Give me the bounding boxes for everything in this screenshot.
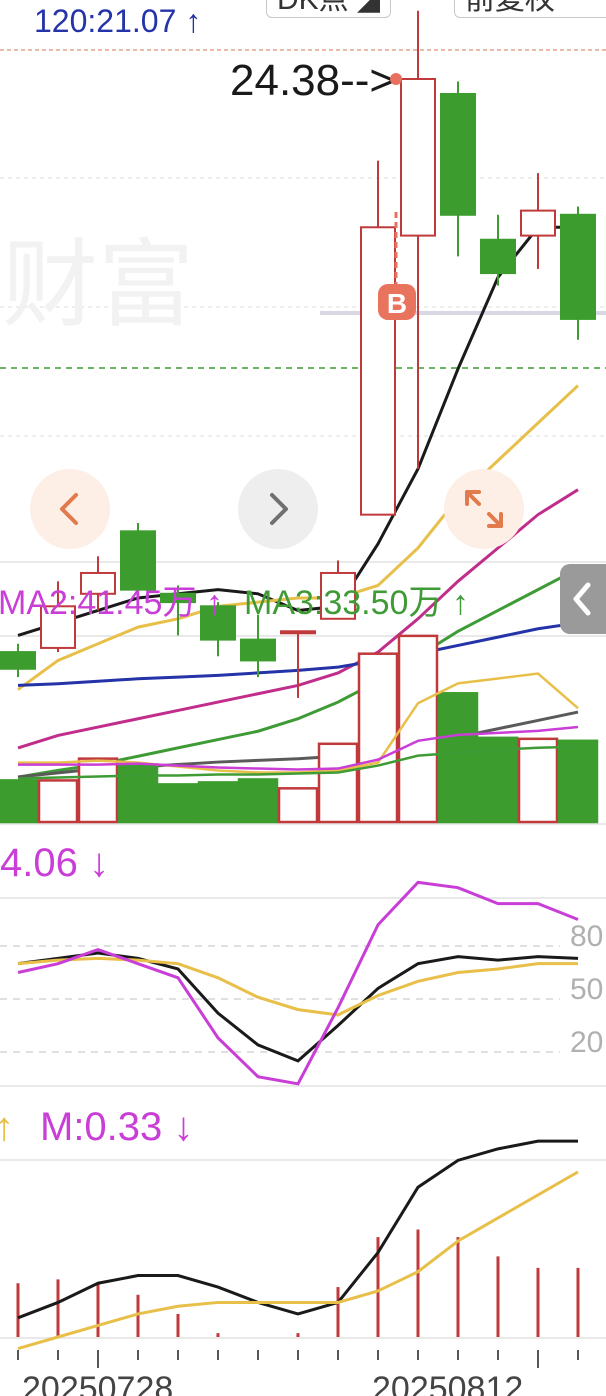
volume-ma2-label: MA2:41.45万 ↑ [0, 584, 223, 622]
watermark: 财富 [2, 232, 194, 339]
date-axis [17, 1350, 579, 1368]
chevron-left-icon [573, 582, 591, 616]
volume-bar [237, 778, 279, 824]
volume-bar [197, 781, 239, 824]
prev-button[interactable] [30, 469, 110, 549]
date-label-2: 20250812 [372, 1370, 523, 1396]
price-readout: 120:21.07 ↑ [34, 3, 201, 39]
volume-ma3-label: MA3:33.50万 ↑ [244, 584, 469, 622]
chevron-left-icon [60, 493, 78, 525]
volume-bar [37, 779, 79, 824]
expand-button[interactable] [444, 469, 524, 549]
volume-bar [317, 742, 359, 824]
date-label-1: 20250728 [22, 1370, 173, 1396]
chart-canvas: 财富 24.38--> B 80 50 20 120:21.07 ↑ MA2:4… [0, 3, 606, 1396]
candle-body [400, 78, 436, 237]
volume-bar [0, 779, 39, 824]
candle-body [560, 213, 596, 320]
candle-body [120, 530, 156, 591]
price-adjust-button[interactable]: 前复权 [454, 0, 606, 18]
kdj-level-50: 50 [570, 973, 603, 1006]
candle-body [480, 238, 516, 275]
volume-bar [397, 634, 439, 824]
volume-bar [437, 692, 479, 824]
volume-bar [517, 737, 559, 824]
dk-point-label: DK点 [277, 0, 349, 16]
candle-body [440, 92, 476, 216]
candle-body [280, 630, 316, 635]
kdj-level-20: 20 [570, 1026, 603, 1059]
expand-icon [465, 490, 503, 528]
volume-bar [117, 763, 159, 824]
candle-body [240, 638, 276, 662]
macd-arrow-label: ↑ [0, 1105, 14, 1149]
candle-body [0, 651, 36, 670]
max-price-marker: 24.38--> [230, 56, 395, 105]
volume-bar [357, 652, 399, 824]
max-price-dot [390, 73, 402, 85]
kdj-lines [17, 880, 579, 1086]
macd-line [17, 1170, 579, 1350]
volume-bar [157, 783, 199, 824]
buy-signal-label: B [387, 288, 407, 319]
kdj-level-80: 80 [570, 920, 603, 953]
kdj-value-label: 4.06 ↓ [0, 841, 109, 885]
chevron-right-icon [270, 493, 288, 525]
kdj-line [17, 956, 578, 1017]
price-adjust-label: 前复权 [465, 0, 555, 16]
next-button[interactable] [238, 469, 318, 549]
macd-m-label: M:0.33 ↓ [40, 1105, 193, 1149]
volume-bar [77, 757, 119, 824]
candle-body [360, 226, 396, 516]
volume-bar [557, 739, 599, 824]
candle-body [520, 209, 556, 237]
side-collapse-tab[interactable] [560, 564, 606, 634]
macd-line [17, 1139, 578, 1320]
volume-bar [277, 787, 319, 824]
macd-lines [17, 1139, 579, 1350]
kdj-line [17, 880, 579, 1086]
dk-point-button[interactable]: DK点 ◢ [266, 0, 392, 18]
buy-signal-badge[interactable]: B [378, 284, 416, 320]
